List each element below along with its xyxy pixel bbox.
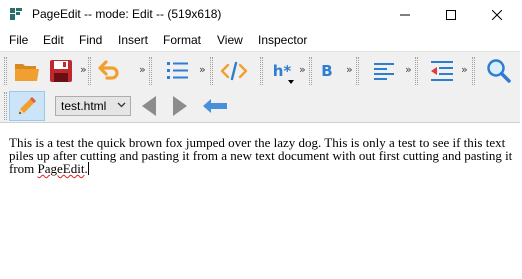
menu-edit[interactable]: Edit — [43, 33, 64, 47]
close-button[interactable] — [474, 0, 520, 30]
save-button[interactable] — [46, 56, 76, 86]
toolbar-overflow-6[interactable]: » — [405, 63, 412, 76]
menu-find[interactable]: Find — [79, 33, 102, 47]
forward-arrow-icon — [173, 96, 187, 116]
forward-button[interactable] — [167, 93, 193, 119]
title-bar: PageEdit -- mode: Edit -- (519x618) — [0, 0, 520, 30]
toolbar-overflow-3[interactable]: » — [199, 63, 206, 76]
navigation-toolbar: test.html — [0, 89, 520, 123]
file-select[interactable]: test.html — [55, 96, 131, 116]
menu-view[interactable]: View — [217, 33, 243, 47]
toolbar-overflow-2[interactable]: » — [139, 63, 146, 76]
bold-button[interactable]: B — [312, 56, 342, 86]
bullet-list-icon — [167, 62, 188, 79]
toolbar-grip[interactable] — [4, 57, 7, 85]
toolbar-overflow-5[interactable]: » — [346, 63, 353, 76]
search-icon — [487, 59, 511, 83]
heading-icon: h* — [272, 62, 292, 80]
file-select-value: test.html — [61, 99, 107, 113]
app-window: PageEdit -- mode: Edit -- (519x618) File… — [0, 0, 520, 279]
main-toolbar: » » » h* » B » » » — [0, 51, 520, 89]
chevron-down-icon — [117, 102, 126, 108]
toolbar-grip[interactable] — [88, 57, 91, 85]
toolbar-grip[interactable] — [356, 57, 359, 85]
editor-content[interactable]: This is a test the quick brown fox jumpe… — [9, 136, 515, 175]
outdent-icon — [431, 61, 453, 81]
open-button[interactable] — [12, 56, 42, 86]
toolbar-grip[interactable] — [415, 57, 418, 85]
dropdown-arrow-icon — [288, 80, 294, 84]
go-back-link-button[interactable] — [202, 93, 228, 119]
code-icon — [220, 61, 248, 81]
menu-inspector[interactable]: Inspector — [258, 33, 307, 47]
save-icon — [50, 60, 72, 82]
text-caret — [87, 162, 89, 175]
toolbar-grip[interactable] — [260, 57, 263, 85]
decrease-indent-button[interactable] — [427, 56, 457, 86]
minimize-button[interactable] — [382, 0, 428, 30]
toolbar-grip[interactable] — [210, 57, 213, 85]
minimize-icon — [400, 14, 410, 16]
left-arrow-icon — [203, 99, 227, 113]
back-button[interactable] — [136, 93, 162, 119]
align-left-icon — [374, 63, 394, 80]
bold-icon: B — [321, 62, 333, 80]
edit-mode-button[interactable] — [9, 91, 45, 121]
menu-format[interactable]: Format — [163, 33, 201, 47]
maximize-button[interactable] — [428, 0, 474, 30]
search-button[interactable] — [484, 56, 514, 86]
menu-insert[interactable]: Insert — [118, 33, 148, 47]
back-arrow-icon — [142, 96, 156, 116]
toolbar-grip[interactable] — [472, 57, 475, 85]
list-button[interactable] — [163, 56, 193, 86]
menu-file[interactable]: File — [9, 33, 28, 47]
window-title: PageEdit -- mode: Edit -- (519x618) — [32, 7, 222, 21]
misspelled-word[interactable]: PageEdit — [38, 161, 85, 176]
toolbar-grip[interactable] — [149, 57, 152, 85]
align-left-button[interactable] — [369, 56, 399, 86]
pageedit-logo-icon — [10, 8, 22, 20]
pencil-icon — [19, 97, 36, 114]
close-icon — [492, 10, 502, 20]
maximize-icon — [446, 10, 456, 20]
toolbar-overflow-4[interactable]: » — [299, 63, 306, 76]
undo-icon — [98, 60, 119, 80]
folder-open-icon — [15, 64, 39, 81]
menu-bar: File Edit Find Insert Format View Inspec… — [0, 30, 520, 51]
editor-area[interactable]: This is a test the quick brown fox jumpe… — [0, 123, 520, 279]
toolbar-grip[interactable] — [4, 92, 7, 120]
heading-button[interactable]: h* — [267, 56, 297, 86]
undo-button[interactable] — [94, 56, 124, 86]
code-button[interactable] — [219, 56, 249, 86]
toolbar-overflow-1[interactable]: » — [80, 63, 87, 76]
toolbar-overflow-7[interactable]: » — [461, 63, 468, 76]
